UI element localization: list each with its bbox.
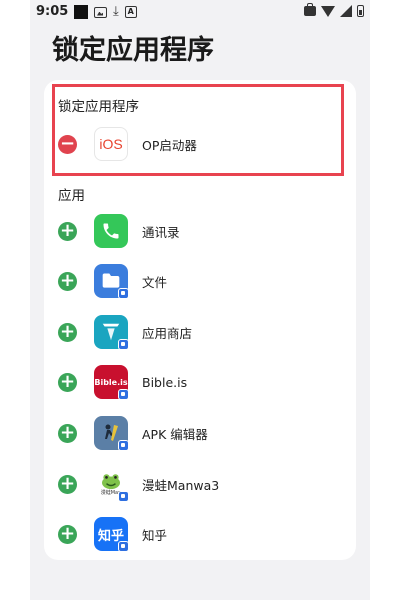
work-profile-badge-icon xyxy=(118,288,129,299)
apps-section-label: 应用 xyxy=(58,188,85,204)
add-lock-button[interactable]: + xyxy=(58,372,77,392)
locked-app-row: − iOS OP启动器 xyxy=(58,124,348,164)
app-row-manwa: + 漫蛙Man 漫蛙Manwa3 xyxy=(58,464,348,504)
ios-icon-text: iOS xyxy=(99,136,123,152)
app-screen: 9:05 ⤓ A 锁定应用程序 锁定应用程序 − iOS OP启动器 应用 + … xyxy=(30,0,370,600)
add-lock-button[interactable]: + xyxy=(58,524,77,544)
remove-lock-button[interactable]: − xyxy=(58,134,77,154)
a-box-icon: A xyxy=(124,6,137,18)
zhihu-icon: 知乎 xyxy=(94,517,129,552)
status-notification-icons: ⤓ A xyxy=(74,5,137,19)
page-title: 锁定应用程序 xyxy=(52,35,214,66)
app-row-bible: + Bible.is Bible.is xyxy=(58,362,348,402)
add-lock-button[interactable]: + xyxy=(58,423,77,443)
work-profile-badge-icon xyxy=(118,339,129,350)
app-name: OP启动器 xyxy=(142,137,197,153)
phone-icon xyxy=(94,214,128,248)
frog-icon: 漫蛙Man xyxy=(94,467,129,502)
add-lock-button[interactable]: + xyxy=(58,474,77,494)
wifi-icon xyxy=(321,5,335,17)
black-square-icon xyxy=(74,5,88,19)
work-profile-badge-icon xyxy=(118,389,129,400)
add-lock-button[interactable]: + xyxy=(58,221,77,241)
briefcase-icon xyxy=(304,3,316,16)
app-name: 应用商店 xyxy=(142,325,193,341)
status-time: 9:05 xyxy=(36,4,69,19)
bible-icon-text: Bible.is xyxy=(94,377,128,387)
work-profile-badge-icon xyxy=(118,491,129,502)
folder-icon xyxy=(94,264,129,299)
app-name: 知乎 xyxy=(142,527,168,543)
image-icon xyxy=(94,6,107,18)
locked-section-label: 锁定应用程序 xyxy=(58,99,139,115)
download-icon: ⤓ xyxy=(113,4,119,19)
work-profile-badge-icon xyxy=(118,541,129,552)
app-name: 漫蛙Manwa3 xyxy=(142,477,220,493)
app-name: 文件 xyxy=(142,274,168,290)
status-bar: 9:05 ⤓ A xyxy=(30,0,370,24)
app-row-apk-editor: + APK 编辑器 xyxy=(58,413,348,453)
signal-icon xyxy=(340,5,352,17)
work-profile-badge-icon xyxy=(118,440,129,451)
store-icon xyxy=(94,315,129,350)
app-name: 通讯录 xyxy=(142,224,180,240)
app-row-zhihu: + 知乎 知乎 xyxy=(58,514,348,554)
status-system-icons xyxy=(304,3,364,17)
add-lock-button[interactable]: + xyxy=(58,322,77,342)
app-name: APK 编辑器 xyxy=(142,426,208,442)
app-row-store: + 应用商店 xyxy=(58,312,348,352)
apk-editor-icon xyxy=(94,416,129,451)
add-lock-button[interactable]: + xyxy=(58,271,77,291)
battery-icon xyxy=(357,5,364,17)
bible-icon: Bible.is xyxy=(94,365,129,400)
app-name: Bible.is xyxy=(142,374,188,390)
app-row-contacts: + 通讯录 xyxy=(58,211,348,251)
ios-launcher-icon: iOS xyxy=(94,127,128,161)
app-row-files: + 文件 xyxy=(58,261,348,301)
